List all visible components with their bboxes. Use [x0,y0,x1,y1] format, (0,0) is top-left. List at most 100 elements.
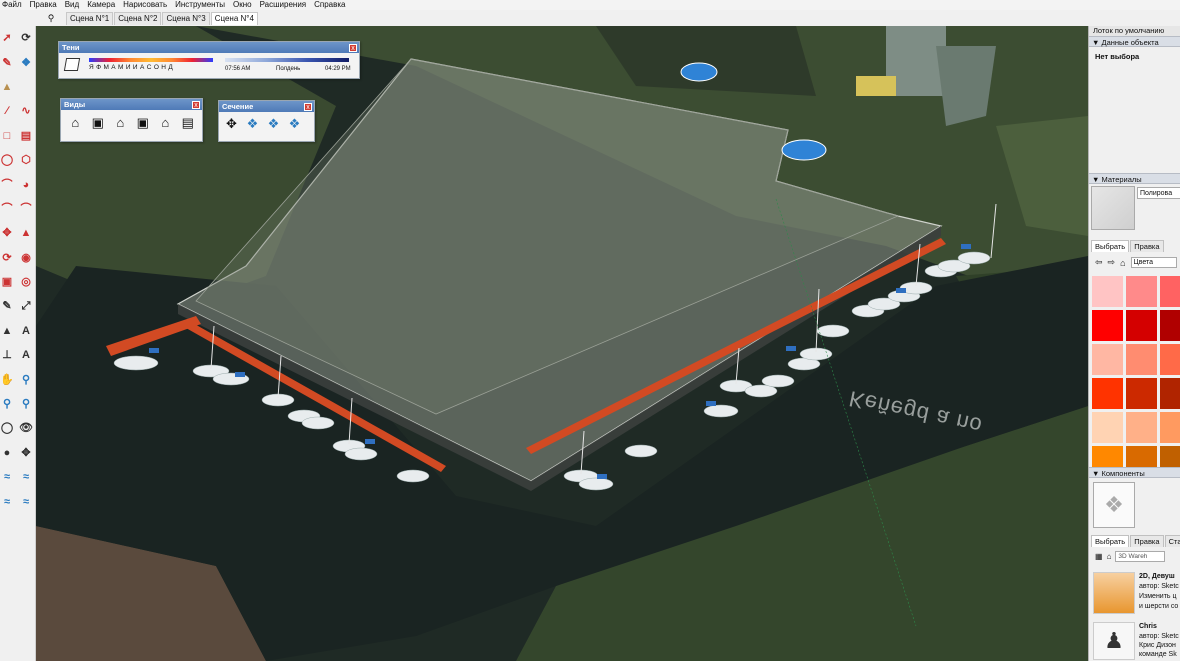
freehand-icon[interactable]: ∿ [19,104,33,118]
menu-window[interactable]: Окно [229,0,256,10]
menu-view[interactable]: Вид [61,0,83,10]
pan-hand-icon[interactable]: ✋ [0,373,14,387]
menu-draw[interactable]: Нарисовать [119,0,171,10]
dimension-icon[interactable]: ⤢ [19,299,33,313]
menu-file[interactable]: Файл [0,0,26,10]
components-header[interactable]: ▼ Компоненты [1089,467,1180,478]
color-swatch[interactable] [1126,310,1157,341]
color-swatch[interactable] [1126,412,1157,443]
color-swatch[interactable] [1092,344,1123,375]
collection-select[interactable]: Цвета [1130,257,1177,268]
section-fill-icon[interactable]: ❖ [286,115,303,132]
search-icon[interactable]: ⚲ [36,13,66,24]
tab-select[interactable]: Выбрать [1091,535,1130,547]
protractor-icon[interactable]: ▲ [0,324,14,338]
sandbox-stamp-icon[interactable]: ≈ [19,495,33,509]
entity-info-header[interactable]: ▼ Данные объекта [1089,36,1180,47]
follow-me-icon[interactable]: ◉ [19,251,33,265]
select-arrow-icon[interactable]: ➚ [0,31,14,45]
menu-extensions[interactable]: Расширения [256,0,311,10]
color-swatch[interactable] [1160,344,1180,375]
time-slider[interactable] [225,58,349,62]
rectangle-icon[interactable]: □ [0,129,14,143]
orbit-icon[interactable]: ⟳ [19,31,33,45]
push-pull-icon[interactable]: ▲ [19,226,33,240]
components-search-input[interactable]: 3D Wareh [1115,551,1166,562]
eraser-icon[interactable]: ✎ [0,56,14,70]
menu-tools[interactable]: Инструменты [171,0,229,10]
sandbox-smoove-icon[interactable]: ≈ [0,495,14,509]
color-swatch[interactable] [1126,344,1157,375]
iso-view-icon[interactable]: ⌂ [67,114,84,131]
color-swatch[interactable] [1092,378,1123,409]
rotated-rectangle-icon[interactable]: ▤ [19,129,33,143]
move-icon[interactable]: ✥ [0,226,14,240]
zoom-extents-icon[interactable]: ⚲ [19,397,33,411]
pie-icon[interactable]: ◕ [19,178,33,192]
color-swatch[interactable] [1126,378,1157,409]
tab-statistics[interactable]: Стат [1164,535,1180,547]
scale-icon[interactable]: ▣ [0,275,14,289]
tab-edit[interactable]: Правка [1130,535,1164,547]
tab-edit[interactable]: Правка [1130,240,1164,252]
arc-3pt-icon[interactable]: ⌒ [19,202,33,216]
color-swatch[interactable] [1092,412,1123,443]
3d-text-icon[interactable]: A [19,348,33,362]
color-swatch[interactable] [1160,412,1180,443]
menu-help[interactable]: Справка [310,0,349,10]
axes-icon[interactable]: ⊥ [0,348,14,362]
arc-icon[interactable]: ⌒ [0,178,14,192]
material-name-field[interactable]: Полирова [1137,187,1180,199]
circle-icon[interactable]: ◯ [0,153,14,167]
zoom-icon[interactable]: ⚲ [19,373,33,387]
close-icon[interactable]: x [192,101,200,109]
date-slider[interactable] [89,58,213,62]
tape-measure-icon[interactable]: ✎ [0,299,14,313]
left-view-icon[interactable]: ▤ [180,114,197,131]
top-view-icon[interactable]: ▣ [90,114,107,131]
color-swatch[interactable] [1092,276,1123,307]
home-icon[interactable]: ⌂ [1120,258,1125,268]
tab-scene-1[interactable]: Сцена N°1 [66,11,114,25]
tab-scene-4[interactable]: Сцена N°4 [210,11,258,25]
arc-2pt-icon[interactable]: ⌒ [0,202,14,216]
text-icon[interactable]: A [19,324,33,338]
position-camera-icon[interactable]: ◯ [0,421,14,435]
shadow-toggle-icon[interactable] [63,58,81,71]
tab-select[interactable]: Выбрать [1091,240,1130,252]
right-view-icon[interactable]: ▣ [135,114,152,131]
close-icon[interactable]: x [304,103,312,111]
section-plane-icon[interactable]: ✥ [223,115,240,132]
section-plane-icon[interactable]: ✥ [19,446,33,460]
back-view-icon[interactable]: ⌂ [157,114,174,131]
color-swatch[interactable] [1092,310,1123,341]
look-around-icon[interactable]: 👁 [19,421,33,435]
color-swatch[interactable] [1160,276,1180,307]
tab-scene-2[interactable]: Сцена N°2 [114,11,162,25]
zoom-window-icon[interactable]: ⚲ [0,397,14,411]
view-options-icon[interactable]: ▦ [1095,552,1103,561]
line-icon[interactable]: ∕ [0,104,14,118]
component-list-item[interactable]: 2D, Девуш автор: Sketc Изменить ц и шерс… [1093,572,1180,616]
color-swatch[interactable] [1126,276,1157,307]
section-display-icon[interactable]: ❖ [244,115,261,132]
sandbox-contours-icon[interactable]: ≈ [19,470,33,484]
sandbox-icon[interactable]: ≈ [0,470,14,484]
walk-icon[interactable]: ● [0,446,14,460]
tab-scene-3[interactable]: Сцена N°3 [162,11,210,25]
close-icon[interactable]: x [349,44,357,52]
rotate-icon[interactable]: ⟳ [0,251,14,265]
polygon-icon[interactable]: ⬡ [19,153,33,167]
component-icon[interactable]: ❖ [19,56,33,70]
back-arrow-icon[interactable]: ⇦ [1095,257,1103,268]
menu-camera[interactable]: Камера [83,0,119,10]
section-cut-icon[interactable]: ❖ [265,115,282,132]
front-view-icon[interactable]: ⌂ [112,114,129,131]
offset-icon[interactable]: ◎ [19,275,33,289]
component-list-item[interactable]: ♟ Chris автор: Sketc Крис Дизон команде … [1093,622,1180,660]
materials-header[interactable]: ▼ Материалы [1089,173,1180,184]
color-swatch[interactable] [1160,378,1180,409]
home-icon[interactable]: ⌂ [1107,552,1112,561]
paint-bucket-icon[interactable]: ▲ [0,80,14,94]
color-swatch[interactable] [1160,310,1180,341]
